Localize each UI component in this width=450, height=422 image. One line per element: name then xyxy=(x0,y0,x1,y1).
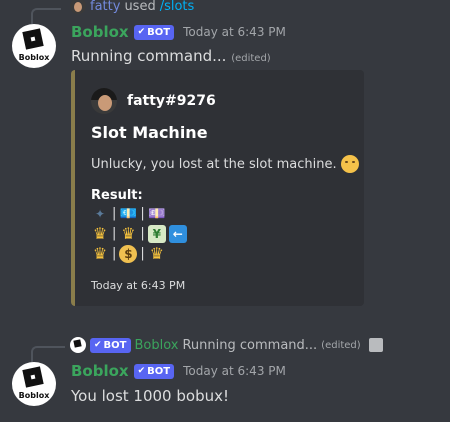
bot-badge: ✔ BOT xyxy=(133,363,175,379)
crown-icon: ♛ xyxy=(92,224,108,243)
slot-separator: | xyxy=(112,226,117,241)
field-name: Result: xyxy=(91,188,143,203)
timestamp[interactable]: Today at 6:43 PM xyxy=(183,364,286,378)
money-bag-icon: $ xyxy=(119,245,138,263)
reply-username[interactable]: Boblox xyxy=(135,338,179,353)
pensive-face-icon xyxy=(340,155,359,173)
check-icon: ✔ xyxy=(137,26,146,37)
embed-description: Unlucky, you lost at the slot machine. xyxy=(91,155,359,173)
slot-separator: | xyxy=(112,206,117,221)
crown-icon: ♛ xyxy=(121,224,136,243)
reply-verb: used xyxy=(124,0,156,14)
reply-username[interactable]: fatty xyxy=(90,0,120,14)
timestamp[interactable]: Today at 6:43 PM xyxy=(183,25,286,39)
roblox-logo-icon xyxy=(22,366,44,388)
reply-user-avatar[interactable] xyxy=(70,0,86,14)
pencil-icon[interactable] xyxy=(368,338,383,352)
message-header: Boblox ✔ BOT Today at 6:43 PM xyxy=(71,362,286,380)
slot-row: ♛ | ♛ | ¥ ← xyxy=(91,224,187,244)
crown-icon: ♛ xyxy=(149,244,164,263)
slot-results: ✦ | 💶 | 💷 ♛ | ♛ | ¥ ← ♛ | $ | ♛ xyxy=(91,204,187,264)
embed-author: fatty#9276 xyxy=(91,88,216,114)
cash-icon: 💷 xyxy=(148,206,166,222)
slot-row: ✦ | 💶 | 💷 xyxy=(91,204,187,224)
reply-connector xyxy=(31,8,61,24)
check-icon: ✔ xyxy=(94,339,102,350)
bot-badge-label: BOT xyxy=(103,339,127,351)
reply-user-avatar[interactable] xyxy=(70,337,86,353)
avatar[interactable]: Boblox xyxy=(12,24,56,68)
avatar[interactable]: Boblox xyxy=(12,362,56,406)
slot-separator: | xyxy=(140,246,145,261)
embed-author-avatar[interactable] xyxy=(91,88,117,114)
bot-badge: ✔ BOT xyxy=(133,24,175,40)
slot-separator: | xyxy=(112,246,117,261)
embed-title: Slot Machine xyxy=(91,123,208,142)
left-arrow-icon: ← xyxy=(168,225,187,243)
slot-separator: | xyxy=(140,206,145,221)
message-header: Boblox ✔ BOT Today at 6:43 PM xyxy=(71,23,286,41)
embed-author-name: fatty#9276 xyxy=(127,93,216,109)
avatar-label: Boblox xyxy=(18,391,50,400)
reply-text[interactable]: Running command... xyxy=(182,338,317,353)
embed-footer: Today at 6:43 PM xyxy=(91,279,186,292)
embed-description-text: Unlucky, you lost at the slot machine. xyxy=(91,156,337,172)
cash-icon: 💶 xyxy=(119,206,138,222)
username[interactable]: Boblox xyxy=(71,23,129,41)
avatar-label: Boblox xyxy=(18,53,50,62)
embed: fatty#9276 Slot Machine Unlucky, you los… xyxy=(71,70,364,306)
message-content: Running command... (edited) xyxy=(71,47,271,65)
check-icon: ✔ xyxy=(137,365,146,376)
crown-icon: ♛ xyxy=(92,244,108,263)
sparkles-icon: ✦ xyxy=(94,207,106,221)
reply-preview[interactable]: fatty used /slots xyxy=(70,0,194,14)
bot-badge-label: BOT xyxy=(147,26,171,38)
message-text: Running command... xyxy=(71,47,227,65)
reply-preview[interactable]: ✔ BOT Boblox Running command... (edited) xyxy=(70,337,383,353)
bot-badge-label: BOT xyxy=(147,365,171,377)
reply-command[interactable]: /slots xyxy=(160,0,195,14)
edited-label: (edited) xyxy=(321,339,361,351)
edited-label: (edited) xyxy=(231,53,271,64)
chart-icon: ¥ xyxy=(147,225,166,243)
username[interactable]: Boblox xyxy=(71,362,129,380)
slot-separator: | xyxy=(140,226,145,241)
slot-row: ♛ | $ | ♛ xyxy=(91,244,187,264)
bot-badge: ✔ BOT xyxy=(90,337,131,353)
message-text: You lost 1000 bobux! xyxy=(71,387,229,405)
roblox-logo-icon xyxy=(22,28,44,50)
